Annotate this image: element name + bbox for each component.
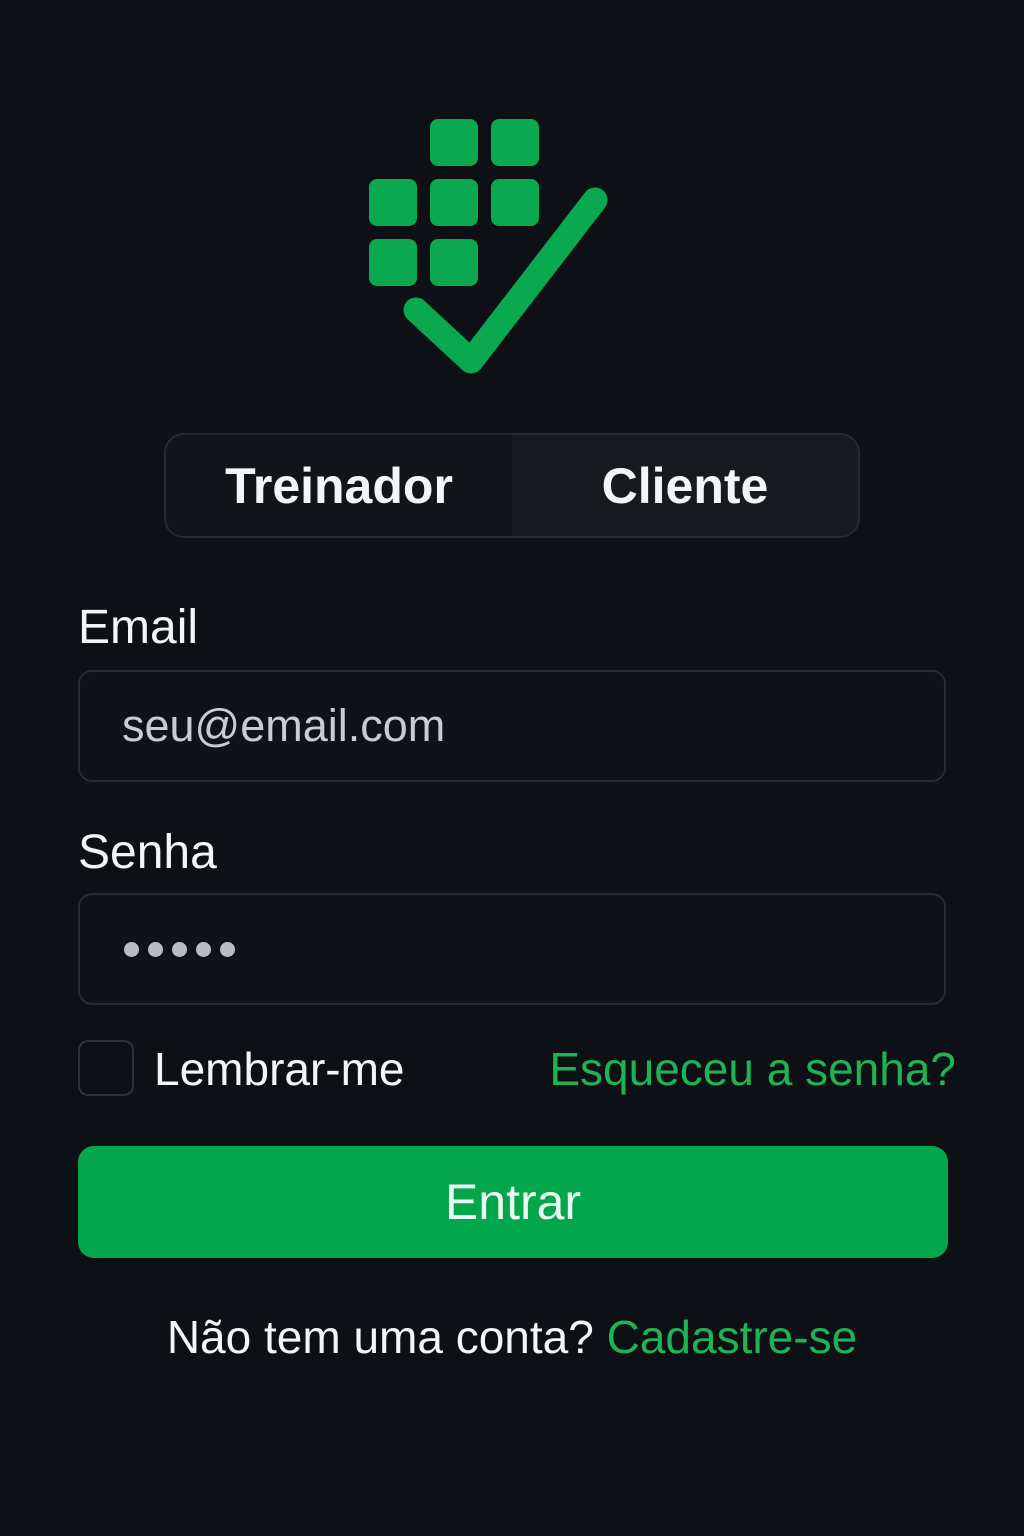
password-dot (148, 941, 163, 957)
email-label: Email (78, 601, 199, 654)
signup-link[interactable]: Cadastre-se (607, 1311, 858, 1363)
forgot-password-link[interactable]: Esqueceu a senha? (549, 1040, 956, 1098)
password-mask (124, 895, 235, 1003)
email-field[interactable] (80, 672, 944, 780)
signup-row: Não tem uma conta? Cadastre-se (0, 1306, 1024, 1368)
email-field-container (78, 670, 946, 782)
tab-cliente[interactable]: Cliente (512, 435, 858, 536)
password-dot (172, 941, 187, 957)
remember-row: Lembrar-me Esqueceu a senha? (78, 1040, 958, 1098)
signup-prompt: Não tem uma conta? (166, 1311, 607, 1363)
remember-me-label: Lembrar-me (154, 1043, 405, 1095)
password-dot (220, 941, 235, 957)
password-label: Senha (78, 826, 217, 879)
password-dot (124, 941, 139, 957)
password-dot (196, 941, 211, 957)
remember-me-checkbox[interactable] (78, 1040, 134, 1096)
role-toggle: Treinador Cliente (164, 433, 860, 538)
app-logo-icon (369, 119, 608, 374)
tab-treinador[interactable]: Treinador (166, 435, 512, 536)
password-field[interactable] (78, 893, 946, 1005)
login-button[interactable]: Entrar (78, 1146, 948, 1258)
